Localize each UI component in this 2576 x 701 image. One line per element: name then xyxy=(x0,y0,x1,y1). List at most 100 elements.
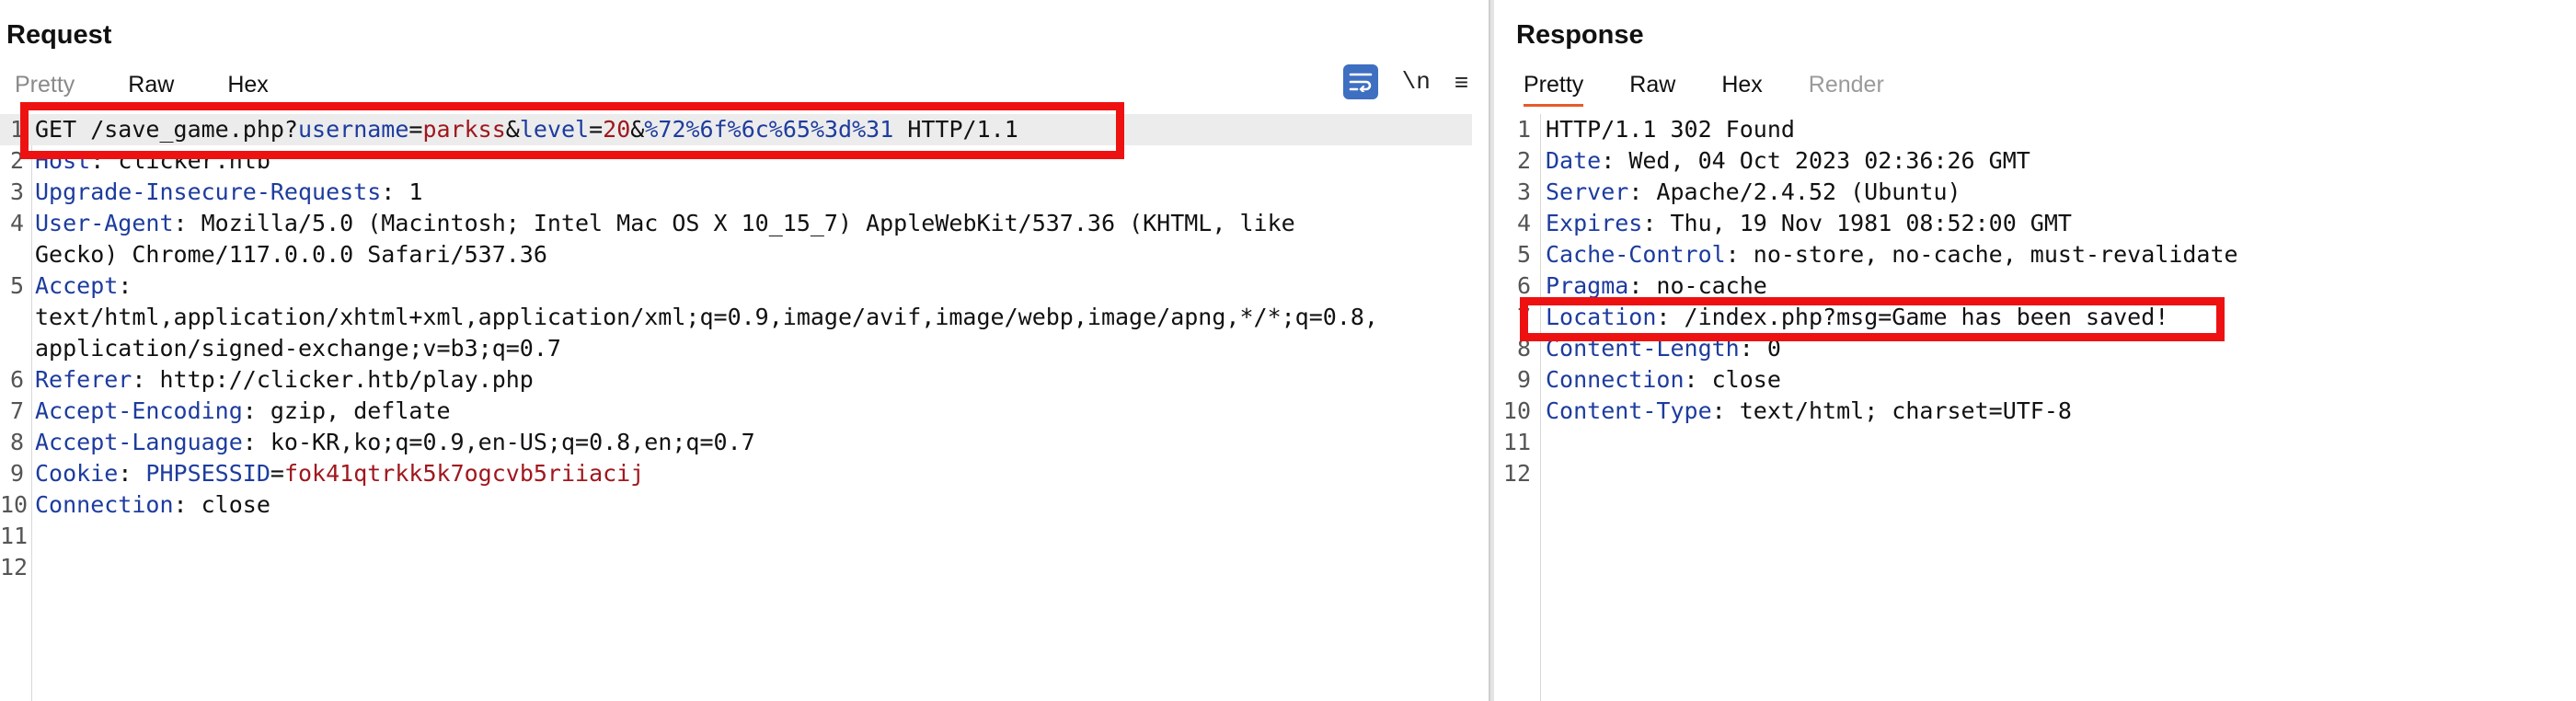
request-tab-pretty[interactable]: Pretty xyxy=(15,66,75,107)
line-number: 7 xyxy=(9,397,24,424)
code-line: 4 Expires: Thu, 19 Nov 1981 08:52:00 GMT xyxy=(1494,208,2576,239)
code-line: 11 xyxy=(1494,427,2576,458)
response-tab-raw[interactable]: Raw xyxy=(1629,66,1675,107)
response-panel: Response Pretty Raw Hex Render 1 HTTP/1.1… xyxy=(1494,0,2576,701)
line-text: Server: Apache/2.4.52 (Ubuntu) xyxy=(1546,177,1961,208)
code-line: 12 xyxy=(1494,458,2576,489)
token: : /index.php?msg=Game has been saved! xyxy=(1656,304,2169,330)
code-line: 10 Content-Type: text/html; charset=UTF-8 xyxy=(1494,396,2576,427)
token: : Mozilla/5.0 (Macintosh; Intel Mac OS X… xyxy=(173,210,1295,236)
token: level xyxy=(519,116,590,143)
line-number: 2 xyxy=(1516,147,1531,174)
request-tab-raw[interactable]: Raw xyxy=(128,66,174,107)
request-tabs: Pretty Raw Hex xyxy=(15,66,322,107)
line-number: 4 xyxy=(9,210,24,236)
token: Pragma xyxy=(1546,272,1629,299)
line-text: Connection: close xyxy=(1546,364,1781,396)
menu-icon[interactable]: ≡ xyxy=(1455,68,1468,97)
line-text: User-Agent: Mozilla/5.0 (Macintosh; Inte… xyxy=(35,208,1295,239)
line-number: 5 xyxy=(1516,241,1531,268)
line-text: Host: clicker.htb xyxy=(35,145,270,177)
code-line: 6 Pragma: no-cache xyxy=(1494,270,2576,302)
token: Accept xyxy=(35,272,119,299)
line-number: 1 xyxy=(9,116,24,143)
request-editor[interactable]: 1 GET /save_game.php?username=parkss&leve… xyxy=(0,114,1472,583)
token: : clicker.htb xyxy=(90,147,270,174)
token: Accept-Language xyxy=(35,429,243,455)
line-text: Accept-Language: ko-KR,ko;q=0.9,en-US;q=… xyxy=(35,427,755,458)
token: = xyxy=(589,116,604,143)
response-tab-render[interactable]: Render xyxy=(1809,66,1884,107)
line-text: Expires: Thu, 19 Nov 1981 08:52:00 GMT xyxy=(1546,208,2072,239)
token: : 0 xyxy=(1739,335,1781,362)
line-text: Content-Type: text/html; charset=UTF-8 xyxy=(1546,396,2072,427)
line-text: Pragma: no-cache xyxy=(1546,270,1767,302)
token: Expires xyxy=(1546,210,1643,236)
code-line: 12 xyxy=(0,552,1472,583)
line-text: HTTP/1.1 302 Found xyxy=(1546,114,1795,145)
code-line: 5 Cache-Control: no-store, no-cache, must… xyxy=(1494,239,2576,270)
response-editor[interactable]: 1 HTTP/1.1 302 Found 2 Date: Wed, 04 Oct 20… xyxy=(1494,114,2576,489)
token: 20 xyxy=(603,116,631,143)
line-number: 6 xyxy=(9,366,24,393)
token: : Apache/2.4.52 (Ubuntu) xyxy=(1628,178,1961,205)
line-text: text/html,application/xhtml+xml,applicat… xyxy=(35,302,1378,333)
line-text: Accept: xyxy=(35,270,132,302)
token: : Wed, 04 Oct 2023 02:36:26 GMT xyxy=(1601,147,2030,174)
token: : close xyxy=(1684,366,1781,393)
response-tab-pretty[interactable]: Pretty xyxy=(1524,66,1584,107)
code-line: 11 xyxy=(0,521,1472,552)
token: Upgrade-Insecure-Requests xyxy=(35,178,382,205)
code-line: Gecko) Chrome/117.0.0.0 Safari/537.36 xyxy=(0,239,1472,270)
request-tab-hex[interactable]: Hex xyxy=(227,66,268,107)
token: PHPSESSID xyxy=(145,460,270,487)
code-line: 7 Location: /index.php?msg=Game has been … xyxy=(1494,302,2576,333)
line-text: Location: /index.php?msg=Game has been s… xyxy=(1546,302,2168,333)
code-line: 8 Accept-Language: ko-KR,ko;q=0.9,en-US;q… xyxy=(0,427,1472,458)
token: application/signed-exchange;v=b3;q=0.7 xyxy=(35,335,561,362)
request-toolbar: \n ≡ xyxy=(1342,64,1468,99)
token: %72%6f%6c%65%3d%31 xyxy=(644,116,894,143)
wrap-lines-glyph xyxy=(1349,73,1372,92)
token: : xyxy=(118,460,146,487)
line-number: 12 xyxy=(0,554,29,580)
line-text: GET /save_game.php?username=parkss&level… xyxy=(35,114,1018,145)
code-line: 1 GET /save_game.php?username=parkss&leve… xyxy=(0,114,1472,145)
line-number: 9 xyxy=(1516,366,1531,393)
token: Server xyxy=(1546,178,1629,205)
code-line: 2 Date: Wed, 04 Oct 2023 02:36:26 GMT xyxy=(1494,145,2576,177)
line-text: Accept-Encoding: gzip, deflate xyxy=(35,396,451,427)
token: Gecko) Chrome/117.0.0.0 Safari/537.36 xyxy=(35,241,547,268)
word-wrap-icon[interactable] xyxy=(1342,64,1378,99)
response-tabs: Pretty Raw Hex Render xyxy=(1524,66,1930,107)
request-title: Request xyxy=(6,20,112,50)
request-panel: Request Pretty Raw Hex \n ≡ 1 GET /save_g… xyxy=(0,0,1489,701)
code-line: 8 Content-Length: 0 xyxy=(1494,333,2576,364)
token: = xyxy=(408,116,423,143)
token: : http://clicker.htb/play.php xyxy=(132,366,534,393)
code-line: 10 Connection: close xyxy=(0,489,1472,521)
token: : 1 xyxy=(381,178,423,205)
line-text: Gecko) Chrome/117.0.0.0 Safari/537.36 xyxy=(35,239,547,270)
response-tab-hex[interactable]: Hex xyxy=(1721,66,1762,107)
token: : no-cache xyxy=(1628,272,1767,299)
line-number: 8 xyxy=(9,429,24,455)
token: HTTP/1.1 xyxy=(893,116,1018,143)
token: Location xyxy=(1546,304,1657,330)
code-line: application/signed-exchange;v=b3;q=0.7 xyxy=(0,333,1472,364)
token: Connection xyxy=(1546,366,1685,393)
code-line: 1 HTTP/1.1 302 Found xyxy=(1494,114,2576,145)
line-number: 5 xyxy=(9,272,24,299)
show-newlines-toggle[interactable]: \n xyxy=(1402,68,1431,96)
token: text/html,application/xhtml+xml,applicat… xyxy=(35,304,1378,330)
code-line: 3 Server: Apache/2.4.52 (Ubuntu) xyxy=(1494,177,2576,208)
token: : no-store, no-cache, must-revalidate xyxy=(1725,241,2238,268)
token: & xyxy=(505,116,520,143)
token: Cookie xyxy=(35,460,119,487)
token: Content-Type xyxy=(1546,397,1712,424)
token: fok41qtrkk5k7ogcvb5riiacij xyxy=(283,460,645,487)
token: Date xyxy=(1546,147,1602,174)
line-number: 10 xyxy=(1502,397,1531,424)
line-number: 8 xyxy=(1516,335,1531,362)
line-text: Upgrade-Insecure-Requests: 1 xyxy=(35,177,422,208)
